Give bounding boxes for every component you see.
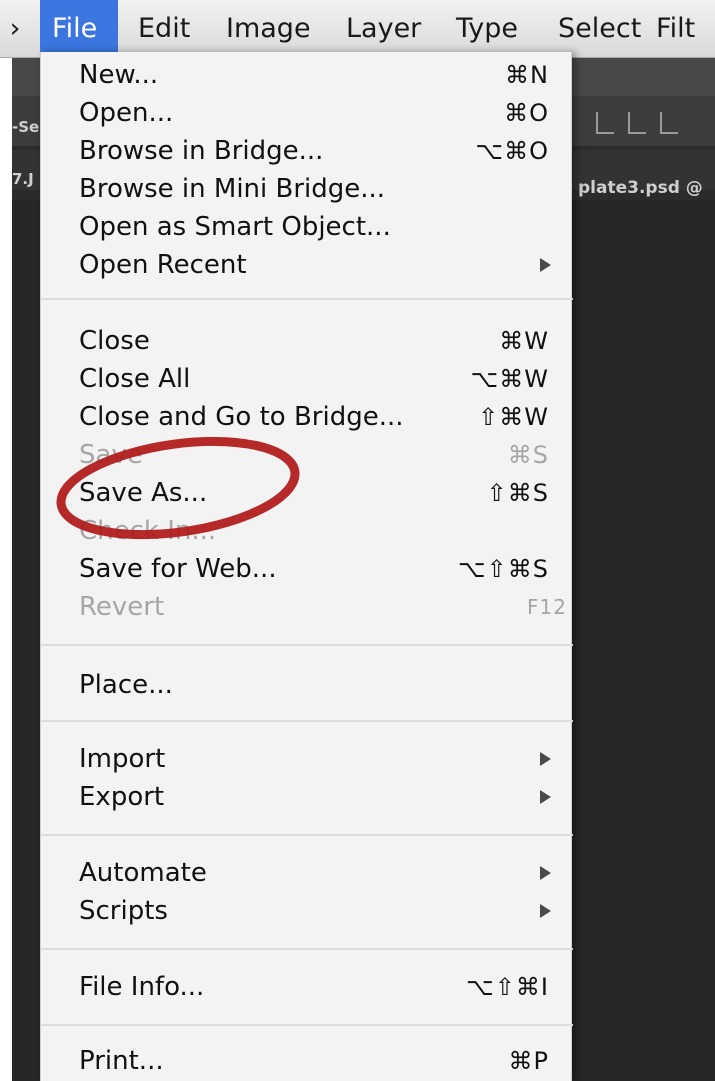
menu-item-shortcut: ⇧⌘W: [478, 403, 549, 431]
menu-item-open-recent[interactable]: Open Recent: [41, 246, 573, 284]
menu-item-label: New...: [79, 60, 159, 90]
menu-item-save-for-web[interactable]: Save for Web... ⌥⇧⌘S: [41, 550, 573, 588]
menu-separator: [41, 298, 573, 300]
menu-item-label: Browse in Mini Bridge...: [79, 174, 386, 204]
menu-item-shortcut: ⌘O: [504, 99, 549, 127]
menu-item-label: Scripts: [79, 896, 168, 926]
submenu-arrow-icon: [540, 258, 551, 272]
menu-item-scripts[interactable]: Scripts: [41, 892, 573, 930]
menu-edit[interactable]: Edit: [138, 0, 190, 58]
menu-item-label: Automate: [79, 858, 207, 888]
align-left-icon[interactable]: [628, 112, 646, 134]
menu-item-label: Export: [79, 782, 165, 812]
menu-item-open[interactable]: Open... ⌘O: [41, 94, 573, 132]
tab-fragment: 7.J: [12, 170, 34, 188]
menu-separator: [41, 644, 573, 646]
menu-file[interactable]: File: [40, 0, 118, 58]
menu-item-open-as-smart-object[interactable]: Open as Smart Object...: [41, 208, 573, 246]
menu-item-new[interactable]: New... ⌘N: [41, 56, 573, 94]
menu-item-label: Place...: [79, 670, 173, 700]
menu-layer[interactable]: Layer: [346, 0, 421, 58]
menu-bar: › File Edit Image Layer Type Select Filt: [0, 0, 715, 58]
submenu-arrow-icon: [540, 904, 551, 918]
menu-filter[interactable]: Filt: [656, 0, 695, 58]
menu-image[interactable]: Image: [226, 0, 311, 58]
menu-item-label: Import: [79, 744, 166, 774]
menu-item-label: File Info...: [79, 972, 205, 1002]
align-center-icon[interactable]: [660, 112, 678, 134]
menu-item-browse-in-bridge[interactable]: Browse in Bridge... ⌥⌘O: [41, 132, 573, 170]
menu-item-label: Browse in Bridge...: [79, 136, 324, 166]
menu-item-shortcut: ⌥⇧⌘I: [466, 973, 549, 1001]
menu-item-shortcut: F12: [527, 595, 567, 619]
menu-item-revert: Revert F12: [41, 588, 573, 626]
menu-separator: [41, 1024, 573, 1026]
menu-item-label: Open as Smart Object...: [79, 212, 391, 242]
align-icons: [596, 112, 678, 134]
menu-item-file-info[interactable]: File Info... ⌥⇧⌘I: [41, 968, 573, 1006]
options-fragment: -Se: [12, 118, 40, 136]
menu-item-label: Open...: [79, 98, 174, 128]
menu-item-export[interactable]: Export: [41, 778, 573, 816]
menu-select[interactable]: Select: [558, 0, 641, 58]
menu-separator: [41, 834, 573, 836]
menu-item-import[interactable]: Import: [41, 740, 573, 778]
menu-item-shortcut: ⌘W: [499, 327, 549, 355]
menu-separator: [41, 948, 573, 950]
menu-item-shortcut: ⌥⌘O: [475, 137, 549, 165]
menu-item-print[interactable]: Print... ⌘P: [41, 1042, 573, 1080]
menu-item-close-all[interactable]: Close All ⌥⌘W: [41, 360, 573, 398]
file-menu-dropdown: New... ⌘N Open... ⌘O Browse in Bridge...…: [40, 52, 573, 1081]
menu-item-shortcut: ⇧⌘S: [486, 479, 549, 507]
submenu-arrow-icon: [540, 790, 551, 804]
menu-item-label: Close: [79, 326, 150, 356]
align-bottom-icon[interactable]: [596, 112, 614, 134]
menu-item-browse-in-mini-bridge[interactable]: Browse in Mini Bridge...: [41, 170, 573, 208]
menu-item-label: Revert: [79, 592, 165, 622]
menu-item-place[interactable]: Place...: [41, 666, 573, 704]
menu-item-shortcut: ⌘N: [505, 61, 549, 89]
menu-item-label: Open Recent: [79, 250, 247, 280]
menu-separator: [41, 720, 573, 722]
submenu-arrow-icon: [540, 866, 551, 880]
submenu-arrow-icon: [540, 752, 551, 766]
menu-item-close[interactable]: Close ⌘W: [41, 322, 573, 360]
document-tab[interactable]: plate3.psd @: [578, 178, 703, 198]
menu-item-shortcut: ⌘S: [507, 441, 549, 469]
menu-item-label: Close All: [79, 364, 191, 394]
apple-menu-fragment[interactable]: ›: [0, 0, 30, 58]
menu-item-shortcut: ⌥⇧⌘S: [458, 555, 549, 583]
menu-item-shortcut: ⌘P: [508, 1047, 549, 1075]
menu-item-shortcut: ⌥⌘W: [470, 365, 549, 393]
menu-item-label: Print...: [79, 1046, 164, 1076]
annotation-ellipse: [56, 436, 300, 540]
menu-item-label: Save for Web...: [79, 554, 277, 584]
menu-type[interactable]: Type: [456, 0, 518, 58]
menu-item-automate[interactable]: Automate: [41, 854, 573, 892]
